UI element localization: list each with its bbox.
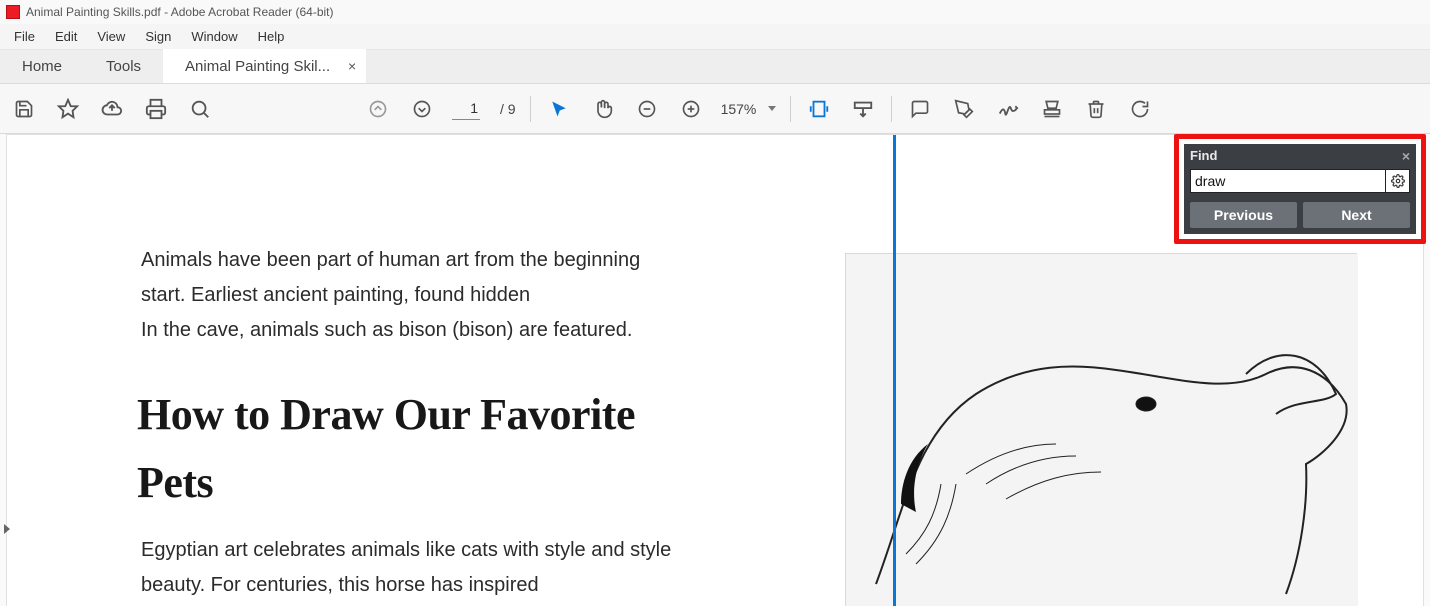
save-icon[interactable] [10, 95, 38, 123]
find-next-label: Next [1341, 207, 1371, 223]
page-down-icon[interactable] [408, 95, 436, 123]
find-previous-label: Previous [1214, 207, 1273, 223]
text-line: start. Earliest ancient painting, found … [141, 278, 681, 313]
selection-icon[interactable] [545, 95, 573, 123]
toolbar-separator [530, 96, 531, 122]
menu-file[interactable]: File [4, 26, 45, 47]
page-up-icon[interactable] [364, 95, 392, 123]
tab-document-label: Animal Painting Skil... [185, 58, 330, 75]
text-line: In the cave, animals such as bison (biso… [141, 313, 681, 348]
stamp-icon[interactable] [1038, 95, 1066, 123]
menu-edit[interactable]: Edit [45, 26, 87, 47]
find-previous-button[interactable]: Previous [1190, 202, 1297, 228]
toolbar-separator [790, 96, 791, 122]
tab-bar: Home Tools Animal Painting Skil... × [0, 50, 1430, 84]
menu-view[interactable]: View [87, 26, 135, 47]
document-paragraph: Egyptian art celebrates animals like cat… [141, 533, 701, 603]
zoom-value-label: 157% [721, 101, 757, 117]
menu-help[interactable]: Help [248, 26, 295, 47]
document-image-dog [845, 253, 1357, 606]
tab-home[interactable]: Home [0, 49, 84, 83]
chevron-down-icon [768, 106, 776, 111]
close-tab-icon[interactable]: × [348, 58, 356, 74]
fit-width-icon[interactable] [805, 95, 833, 123]
document-paragraph: Animals have been part of human art from… [141, 243, 681, 348]
toolbar: / 9 157% [0, 84, 1430, 134]
find-next-button[interactable]: Next [1303, 202, 1410, 228]
zoom-in-icon[interactable] [677, 95, 705, 123]
menu-bar: File Edit View Sign Window Help [0, 24, 1430, 50]
delete-icon[interactable] [1082, 95, 1110, 123]
tab-document[interactable]: Animal Painting Skil... × [163, 49, 366, 83]
zoom-out-icon[interactable] [633, 95, 661, 123]
zoom-select[interactable]: 157% [721, 101, 777, 117]
find-panel: Find × Previous Next [1184, 144, 1416, 234]
window-title: Animal Painting Skills.pdf - Adobe Acrob… [26, 5, 334, 19]
read-mode-icon[interactable] [849, 95, 877, 123]
page-total-label: / 9 [500, 101, 516, 117]
find-icon[interactable] [186, 95, 214, 123]
highlight-icon[interactable] [950, 95, 978, 123]
star-icon[interactable] [54, 95, 82, 123]
side-panel-expand-icon[interactable] [2, 524, 14, 536]
toolbar-separator [891, 96, 892, 122]
comment-icon[interactable] [906, 95, 934, 123]
print-icon[interactable] [142, 95, 170, 123]
rotate-icon[interactable] [1126, 95, 1154, 123]
vertical-guide-line [893, 135, 896, 606]
gear-icon[interactable] [1386, 169, 1410, 193]
acrobat-app-icon [6, 5, 20, 19]
find-input[interactable] [1190, 169, 1386, 193]
text-line: Egyptian art celebrates animals like cat… [141, 533, 701, 568]
document-heading: How to Draw Our Favorite Pets [137, 381, 677, 517]
document-viewport[interactable]: Animals have been part of human art from… [0, 134, 1430, 606]
menu-window[interactable]: Window [181, 26, 247, 47]
page-number-input[interactable] [452, 98, 480, 120]
text-line: beauty. For centuries, this horse has in… [141, 568, 701, 603]
tab-home-label: Home [22, 58, 62, 75]
menu-sign[interactable]: Sign [135, 26, 181, 47]
find-panel-highlight: Find × Previous Next [1174, 134, 1426, 244]
tab-tools-label: Tools [106, 58, 141, 75]
share-cloud-icon[interactable] [98, 95, 126, 123]
hand-icon[interactable] [589, 95, 617, 123]
sign-icon[interactable] [994, 95, 1022, 123]
title-bar: Animal Painting Skills.pdf - Adobe Acrob… [0, 0, 1430, 24]
tab-tools[interactable]: Tools [84, 49, 163, 83]
close-icon[interactable]: × [1402, 148, 1410, 164]
text-line: Animals have been part of human art from… [141, 243, 681, 278]
find-panel-title: Find [1190, 148, 1217, 163]
